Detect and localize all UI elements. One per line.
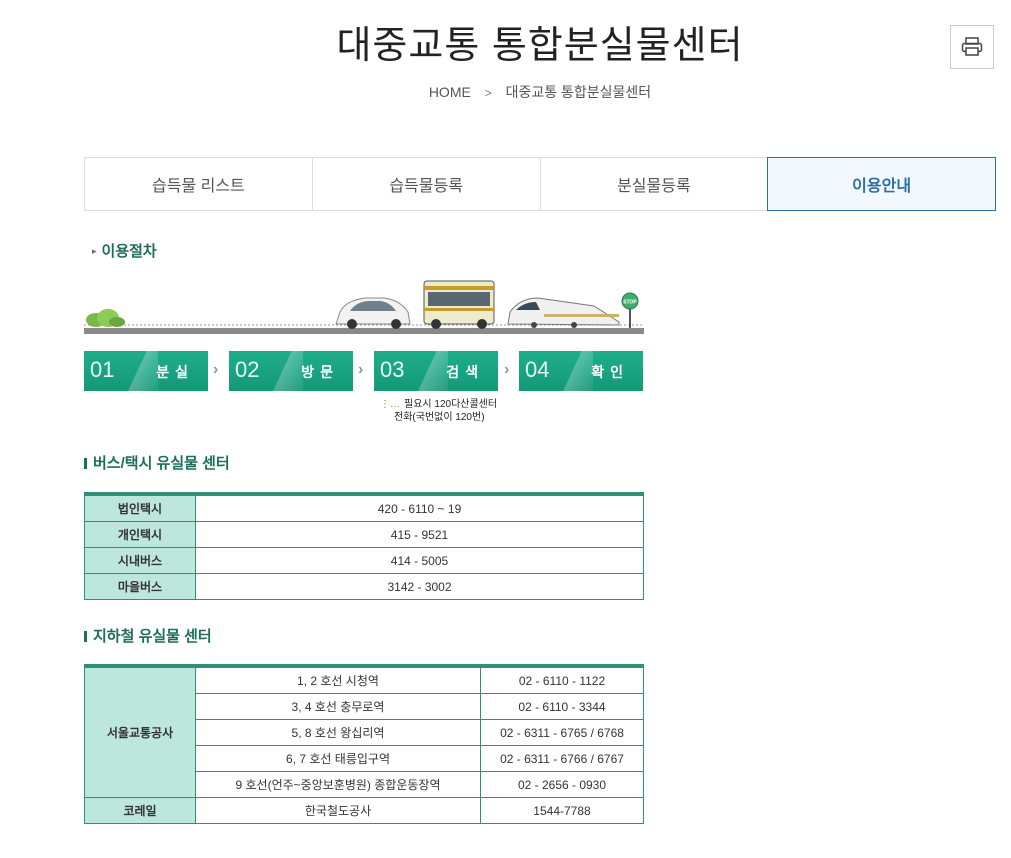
table-cell: 414 - 5005 xyxy=(195,547,644,574)
stop-sign-icon: STOP xyxy=(621,292,639,328)
procedure-steps: 01 분실 › 02 방문 › 03 검색 › 04 확인 xyxy=(84,351,644,391)
svg-text:STOP: STOP xyxy=(623,300,637,306)
chevron-right-icon: › xyxy=(213,361,219,378)
table-cell: 3, 4 호선 충무로역 xyxy=(195,693,481,720)
bus-taxi-heading: 버스/택시 유실물 센터 xyxy=(84,452,230,473)
step-visit: 02 방문 xyxy=(229,351,353,391)
table-cell: 415 - 9521 xyxy=(195,521,644,548)
triangle-right-icon: ▸ xyxy=(92,246,97,256)
print-button[interactable] xyxy=(950,25,994,69)
bus-taxi-table: 법인택시 420 - 6110 ~ 19 개인택시 415 - 9521 시내버… xyxy=(84,492,644,600)
step-search: 03 검색 xyxy=(374,351,498,391)
step-number: 02 xyxy=(235,357,260,382)
breadcrumb: HOME > 대중교통 통합분실물센터 xyxy=(0,82,1011,102)
breadcrumb-current[interactable]: 대중교통 통합분실물센터 xyxy=(506,84,652,100)
table-cell: 1, 2 호선 시청역 xyxy=(195,665,481,694)
table-head-cell: 법인택시 xyxy=(84,493,196,522)
subway-table: 서울교통공사 1, 2 호선 시청역 02 - 6110 - 1122 3, 4… xyxy=(84,664,644,824)
table-head-cell: 마을버스 xyxy=(84,573,196,600)
printer-icon xyxy=(961,37,983,56)
subway-heading: 지하철 유실물 센터 xyxy=(84,625,212,646)
table-row: 시내버스 414 - 5005 xyxy=(84,547,644,574)
step-lost: 01 분실 xyxy=(84,351,208,391)
table-cell: 5, 8 호선 왕십리역 xyxy=(195,719,481,746)
tab-lost-register[interactable]: 분실물등록 xyxy=(539,157,768,211)
dotted-corner-icon: ⋮… xyxy=(380,399,400,410)
table-cell: 02 - 2656 - 0930 xyxy=(480,771,644,798)
table-cell: 02 - 6110 - 1122 xyxy=(480,665,644,694)
step-label: 분실 xyxy=(156,364,194,380)
bus-icon xyxy=(423,280,495,329)
table-row: 개인택시 415 - 9521 xyxy=(84,521,644,548)
table-head-cell: 개인택시 xyxy=(84,521,196,548)
tab-usage-guide[interactable]: 이용안내 xyxy=(767,157,996,211)
step-number: 04 xyxy=(525,357,550,382)
table-head-cell: 서울교통공사 xyxy=(84,665,196,798)
table-row: 코레일 한국철도공사 1544-7788 xyxy=(84,797,644,824)
tab-found-register[interactable]: 습득물등록 xyxy=(311,157,540,211)
table-row: 법인택시 420 - 6110 ~ 19 xyxy=(84,493,644,522)
table-cell: 9 호선(언주~중앙보훈병원) 종합운동장역 xyxy=(195,771,481,798)
breadcrumb-home[interactable]: HOME xyxy=(429,84,471,100)
table-cell: 3142 - 3002 xyxy=(195,573,644,600)
table-cell: 한국철도공사 xyxy=(195,797,481,824)
chevron-right-icon: > xyxy=(484,86,492,100)
step-note: ⋮… 필요시 120다산콜센터 전화(국번없이 120번) xyxy=(380,398,497,424)
table-head-cell: 시내버스 xyxy=(84,547,196,574)
table-head-cell: 코레일 xyxy=(84,797,196,824)
table-cell: 420 - 6110 ~ 19 xyxy=(195,493,644,522)
step-label: 검색 xyxy=(446,364,484,380)
step-label: 확인 xyxy=(591,364,629,380)
note-line-1: 필요시 120다산콜센터 xyxy=(404,399,498,410)
bush-icon xyxy=(86,309,125,327)
transport-illustration: STOP xyxy=(84,280,644,334)
procedure-heading: ▸ 이용절차 xyxy=(92,240,157,261)
table-cell: 6, 7 호선 태릉입구역 xyxy=(195,745,481,772)
chevron-right-icon: › xyxy=(504,361,510,378)
tab-found-list[interactable]: 습득물 리스트 xyxy=(84,157,312,211)
page-title: 대중교통 통합분실물센터 xyxy=(336,25,744,67)
subway-title: 지하철 유실물 센터 xyxy=(93,628,212,645)
bus-taxi-title: 버스/택시 유실물 센터 xyxy=(93,455,230,472)
train-icon xyxy=(507,297,620,328)
section-bar-icon xyxy=(84,631,87,642)
table-cell: 02 - 6311 - 6765 / 6768 xyxy=(480,719,644,746)
table-row: 마을버스 3142 - 3002 xyxy=(84,573,644,600)
section-bar-icon xyxy=(84,458,87,469)
table-cell: 02 - 6110 - 3344 xyxy=(480,693,644,720)
table-row: 서울교통공사 1, 2 호선 시청역 02 - 6110 - 1122 xyxy=(84,665,644,798)
car-icon xyxy=(335,297,411,329)
step-number: 01 xyxy=(90,357,115,382)
step-label: 방문 xyxy=(301,364,339,380)
step-confirm: 04 확인 xyxy=(519,351,643,391)
note-line-2: 전화(국번없이 120번) xyxy=(394,412,485,423)
step-number: 03 xyxy=(380,357,405,382)
tab-bar: 습득물 리스트 습득물등록 분실물등록 이용안내 xyxy=(84,157,996,211)
chevron-right-icon: › xyxy=(358,361,364,378)
procedure-title: 이용절차 xyxy=(101,243,157,260)
table-cell: 1544-7788 xyxy=(480,797,644,824)
table-cell: 02 - 6311 - 6766 / 6767 xyxy=(480,745,644,772)
